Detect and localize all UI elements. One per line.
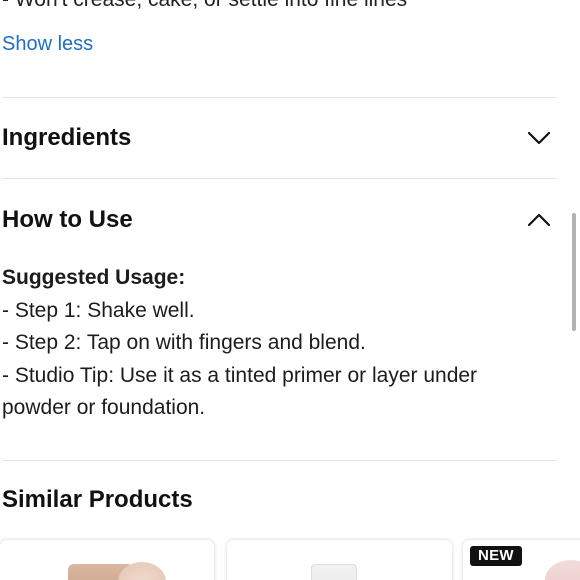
chevron-up-icon: [527, 213, 551, 227]
ingredients-title: Ingredients: [2, 124, 132, 151]
how-to-use-content: Suggested Usage: - Step 1: Shake well. -…: [2, 262, 547, 425]
scrollbar[interactable]: [572, 213, 576, 331]
usage-line: - Studio Tip: Use it as a tinted primer …: [2, 363, 478, 387]
divider: [2, 178, 557, 179]
how-to-use-accordion-header[interactable]: How to Use: [2, 200, 557, 240]
show-less-link[interactable]: Show less: [2, 32, 93, 56]
product-card[interactable]: NEW: [463, 540, 580, 580]
product-card[interactable]: [227, 540, 452, 580]
description-last-line: - Won't crease, cake, or settle into fin…: [2, 0, 407, 12]
divider: [2, 460, 557, 461]
similar-products-title: Similar Products: [2, 486, 193, 513]
divider: [2, 97, 557, 98]
how-to-use-title: How to Use: [2, 206, 133, 233]
product-image: [311, 564, 357, 580]
product-card[interactable]: [0, 540, 214, 580]
suggested-usage-heading: Suggested Usage:: [2, 266, 186, 289]
new-badge: NEW: [470, 546, 522, 566]
ingredients-accordion-header[interactable]: Ingredients: [2, 118, 557, 158]
usage-line: - Step 1: Shake well.: [2, 298, 195, 322]
usage-line: powder or foundation.: [2, 396, 206, 419]
chevron-down-icon: [527, 131, 551, 145]
usage-line: - Step 2: Tap on with fingers and blend.: [2, 331, 366, 354]
product-image: [545, 560, 580, 580]
